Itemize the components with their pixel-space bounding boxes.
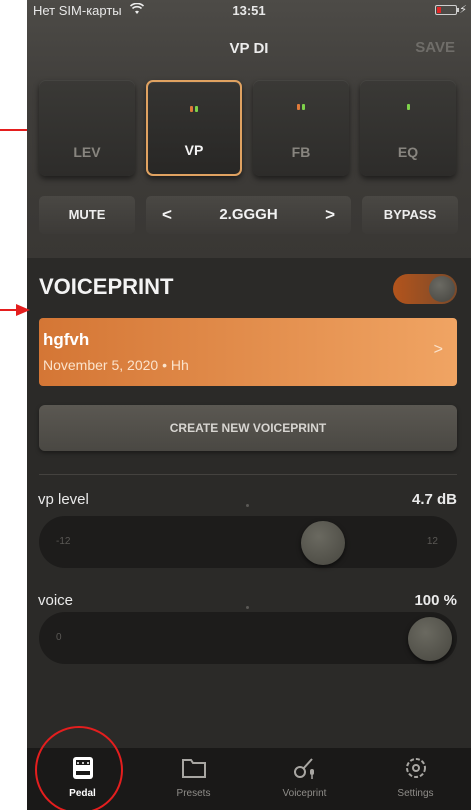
- tab-voiceprint[interactable]: Voiceprint: [249, 748, 360, 810]
- slider-center-mark: [246, 504, 249, 507]
- block-eq-button[interactable]: EQ: [360, 80, 456, 176]
- slider-knob[interactable]: [408, 617, 452, 661]
- status-bar: Нет SIM-карты 13:51 ⚡: [27, 0, 471, 20]
- status-time: 13:51: [232, 3, 266, 18]
- bolt-icon: ⚡: [459, 4, 467, 16]
- chevron-right-icon[interactable]: >: [325, 196, 335, 234]
- led-orange: [190, 106, 193, 112]
- slider-max-label: 12: [426, 536, 438, 547]
- annotation-circle-pedal-tab: [35, 726, 123, 810]
- section-title: VOICEPRINT: [39, 274, 174, 299]
- voiceprint-card[interactable]: hgfvh November 5, 2020 • Hh >: [39, 318, 457, 386]
- phone-screen: Нет SIM-карты 13:51 ⚡ VP DI SAVE LEV VP: [27, 0, 471, 810]
- slider-min-label: -12: [56, 536, 71, 547]
- led-green: [406, 104, 410, 110]
- param-label: voice: [38, 592, 74, 609]
- folder-icon: [181, 759, 206, 778]
- tab-label: Voiceprint: [282, 788, 327, 799]
- voiceprint-date: November 5, 2020 • Hh: [43, 357, 189, 373]
- block-label: LEV: [73, 144, 101, 160]
- preset-title: VP DI: [229, 40, 269, 57]
- block-lev-button[interactable]: LEV: [39, 80, 135, 176]
- block-leds: [360, 97, 456, 110]
- block-fb-button[interactable]: FB: [253, 80, 349, 176]
- create-voiceprint-button[interactable]: CREATE NEW VOICEPRINT: [39, 405, 457, 451]
- preset-name: 2.GGGH: [219, 206, 278, 223]
- tab-label: Presets: [176, 788, 211, 799]
- slider-center-mark: [246, 606, 249, 609]
- led-green: [195, 106, 198, 112]
- block-label: EQ: [397, 144, 419, 160]
- annotation-arrow-voiceprint: [0, 304, 30, 316]
- voiceprint-name: hgfvh: [43, 330, 90, 349]
- gear-icon: [405, 758, 426, 778]
- preset-selector: < 2.GGGH >: [146, 196, 351, 234]
- slider-min-label: 0: [56, 632, 62, 643]
- voice-slider[interactable]: 0: [39, 606, 457, 664]
- led-green: [302, 104, 305, 110]
- led-orange: [297, 104, 300, 110]
- tab-presets[interactable]: Presets: [138, 748, 249, 810]
- block-vp-button[interactable]: VP: [146, 80, 242, 176]
- mute-button[interactable]: MUTE: [39, 196, 135, 234]
- slider-knob[interactable]: [300, 521, 345, 565]
- param-label: vp level: [38, 491, 89, 508]
- chevron-right-icon: >: [433, 341, 443, 358]
- block-leds: [39, 97, 135, 103]
- param-value: 100 %: [414, 592, 457, 609]
- bypass-button[interactable]: BYPASS: [362, 196, 458, 234]
- pedal-header: Нет SIM-карты 13:51 ⚡ VP DI SAVE LEV VP: [27, 0, 471, 258]
- vp-level-slider[interactable]: -12 12: [39, 504, 457, 568]
- param-value: 4.7 dB: [411, 491, 457, 508]
- block-leds: [148, 99, 240, 112]
- voiceprint-toggle[interactable]: [393, 274, 457, 304]
- battery-low-icon: [435, 5, 459, 15]
- block-label: VP: [184, 142, 204, 158]
- tab-label: Settings: [397, 788, 434, 799]
- block-leds: [253, 97, 349, 110]
- divider: [39, 474, 457, 475]
- toggle-knob: [429, 276, 455, 302]
- tab-settings[interactable]: Settings: [360, 748, 471, 810]
- save-button[interactable]: SAVE: [415, 39, 455, 56]
- guitar-mic-icon: [293, 758, 314, 779]
- block-label: FB: [291, 144, 311, 160]
